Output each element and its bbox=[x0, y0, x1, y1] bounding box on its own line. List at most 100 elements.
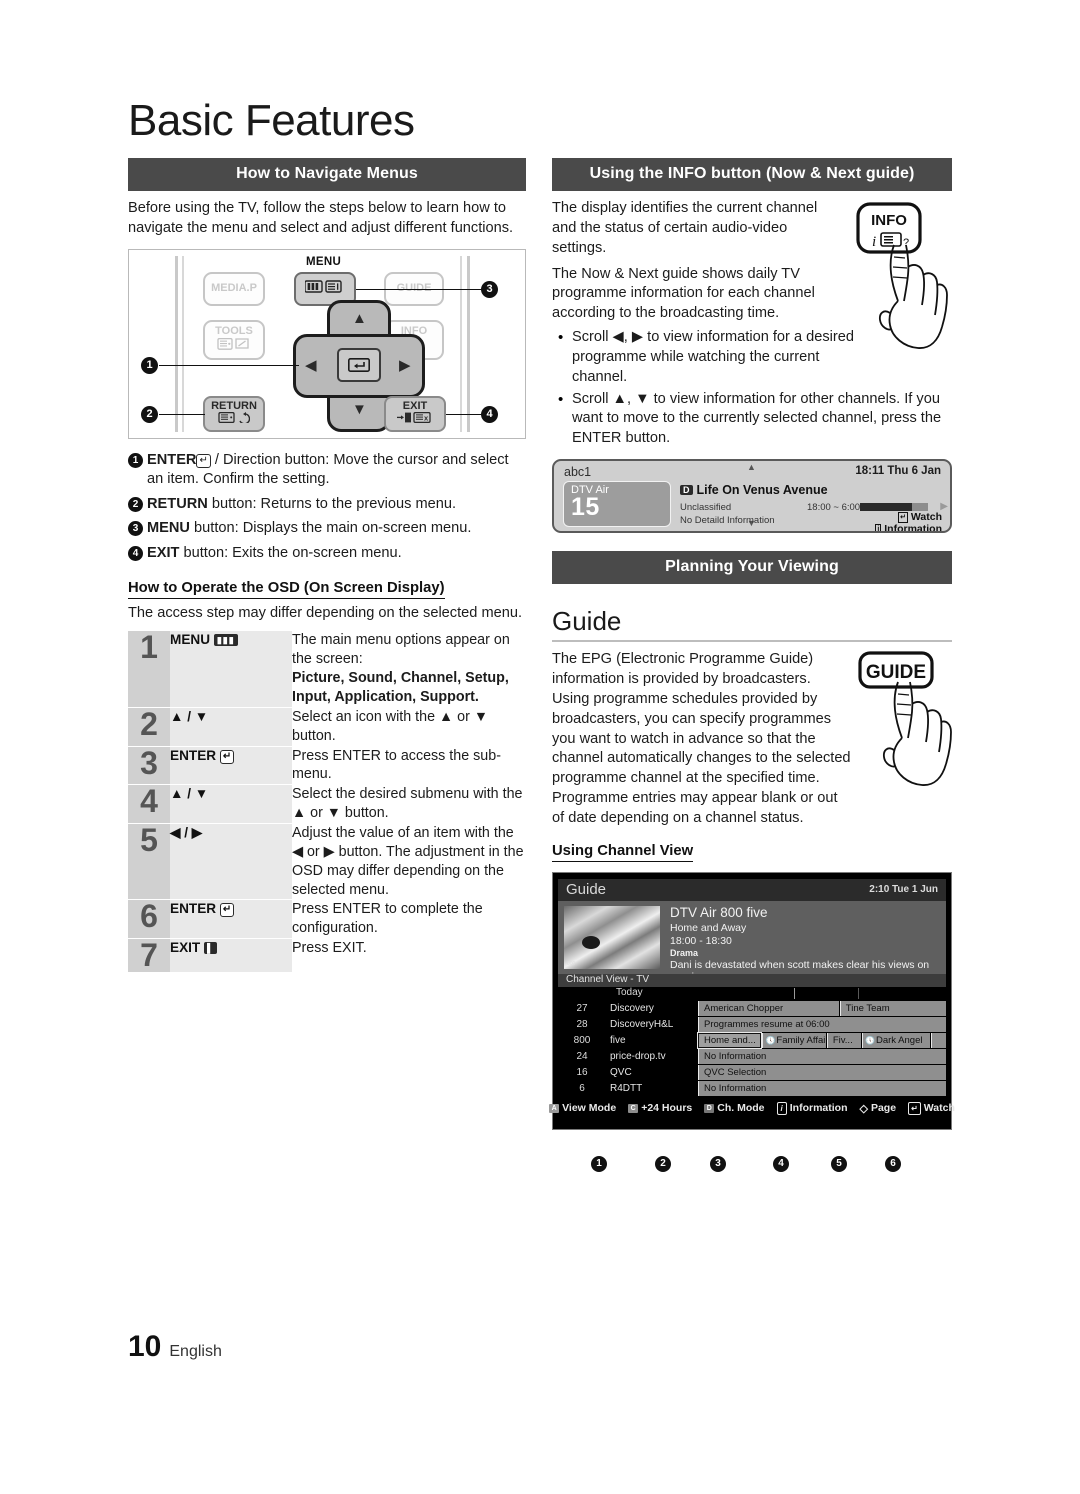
note-keyword: MENU bbox=[147, 520, 190, 537]
return-label: RETURN bbox=[211, 399, 257, 412]
enter-button[interactable] bbox=[337, 347, 381, 382]
table-row[interactable]: 16 QVC QVC Selection bbox=[558, 1064, 946, 1080]
return-icon bbox=[218, 412, 251, 427]
epg-programme[interactable]: Tine Team bbox=[839, 1000, 946, 1016]
enter-icon: ↵ bbox=[196, 453, 211, 468]
table-row: 2 ▲ / ▼ Select an icon with the ▲ or ▼ b… bbox=[128, 707, 526, 747]
epg-detail-time: 18:00 - 18:30 bbox=[670, 934, 732, 947]
epg-programme[interactable]: American Chopper bbox=[698, 1000, 839, 1016]
menu-icon bbox=[304, 280, 345, 297]
epg-callout-2: 2 bbox=[655, 1155, 671, 1172]
step-number: 6 bbox=[128, 899, 170, 940]
list-item: • Scroll ▲, ▼ to view information for ot… bbox=[552, 390, 952, 450]
epg-programme[interactable]: Programmes resume at 06:00 bbox=[698, 1016, 946, 1032]
table-row[interactable]: 28 DiscoveryH&L Programmes resume at 06:… bbox=[558, 1016, 946, 1032]
epg-programme[interactable]: No Information bbox=[698, 1080, 946, 1096]
guide-heading: Guide bbox=[552, 606, 622, 637]
tools-label: TOOLS bbox=[215, 325, 253, 338]
bullet-dot-icon: • bbox=[558, 329, 564, 347]
callout-3: 3 bbox=[481, 280, 498, 298]
note-number: 4 bbox=[128, 545, 143, 561]
table-row: 6 ENTER ↵ Press ENTER to complete the co… bbox=[128, 899, 526, 940]
step-key: MENU ▮▮▮ bbox=[170, 631, 292, 708]
epg-channel-view-bar: Channel View - TV bbox=[558, 973, 946, 987]
note-text: MENU button: Displays the main on-screen… bbox=[147, 519, 471, 539]
clock-icon: 🕔 bbox=[865, 1035, 875, 1045]
step-description: Press ENTER to access the sub-menu. bbox=[292, 746, 526, 786]
osd-steps-table: 1 MENU ▮▮▮ The main menu options appear … bbox=[128, 631, 526, 973]
table-row[interactable]: 800 five Home and... 🕔Family Affairs Fiv… bbox=[558, 1031, 946, 1049]
osd-note-text: The access step may differ depending on … bbox=[128, 605, 523, 622]
tools-icon bbox=[217, 337, 251, 354]
epg-programme-cells: No Information bbox=[698, 1080, 946, 1096]
tools-button[interactable]: TOOLS bbox=[203, 319, 265, 360]
legend-page[interactable]: ◇ Page bbox=[860, 1102, 897, 1115]
epg-programme-selected[interactable]: Home and... bbox=[696, 1031, 763, 1049]
red-button-icon: A bbox=[549, 1103, 560, 1113]
return-button[interactable]: RETURN bbox=[203, 395, 265, 432]
legend-ch-mode[interactable]: D Ch. Mode bbox=[704, 1102, 765, 1114]
callout-leader-3 bbox=[356, 288, 486, 291]
table-row: 1 MENU ▮▮▮ The main menu options appear … bbox=[128, 631, 526, 708]
epg-channel-number: 27 bbox=[558, 1000, 606, 1016]
section-header-planning: Planning Your Viewing bbox=[552, 551, 952, 585]
legend-view-mode[interactable]: A View Mode bbox=[549, 1102, 616, 1114]
manual-page: Basic Features How to Navigate Menus Bef… bbox=[0, 0, 1080, 1494]
callout-1: 1 bbox=[141, 356, 158, 374]
dpad-right-icon[interactable]: ▶ bbox=[399, 356, 411, 374]
media-p-button[interactable]: MEDIA.P bbox=[203, 271, 265, 306]
epg-programme[interactable] bbox=[931, 1032, 946, 1048]
osd-channel-name: abc1 bbox=[564, 465, 592, 480]
media-p-label: MEDIA.P bbox=[211, 281, 257, 294]
legend-watch[interactable]: ↵ Watch bbox=[908, 1101, 955, 1115]
exit-icon: ▌ bbox=[204, 942, 218, 955]
epg-channel-name: R4DTT bbox=[606, 1080, 698, 1096]
epg-callout-row: 1 2 3 4 5 6 bbox=[552, 1129, 952, 1178]
step-desc-text: The main menu options appear on the scre… bbox=[292, 632, 510, 668]
green-button-icon: C bbox=[628, 1103, 639, 1113]
note-body: button: Returns to the previous menu. bbox=[207, 495, 457, 512]
exit-button[interactable]: EXIT x bbox=[384, 395, 446, 432]
legend-label: Watch bbox=[923, 1102, 955, 1115]
info-icon: i bbox=[776, 1101, 787, 1115]
epg-programme[interactable]: QVC Selection bbox=[698, 1064, 946, 1080]
note-body: button: Displays the main on-screen menu… bbox=[189, 520, 472, 537]
remote-rail-left-2 bbox=[182, 255, 184, 432]
epg-callout-4: 4 bbox=[773, 1155, 789, 1172]
note-text: EXIT button: Exits the on-screen menu. bbox=[147, 544, 402, 564]
dolby-badge-icon: D bbox=[680, 484, 693, 495]
table-row[interactable]: 27 Discovery American Chopper Tine Team bbox=[558, 1000, 946, 1016]
osd-detail: No Detaild Information bbox=[680, 515, 775, 527]
epg-programme[interactable]: 🕔Family Affairs bbox=[762, 1032, 826, 1048]
osd-programme-text: Life On Venus Avenue bbox=[696, 483, 828, 498]
dpad-down-icon[interactable]: ▼ bbox=[352, 401, 367, 418]
legend-24-hours[interactable]: C +24 Hours bbox=[628, 1102, 692, 1114]
table-row[interactable]: 6 R4DTT No Information bbox=[558, 1080, 946, 1096]
epg-programme[interactable]: No Information bbox=[698, 1048, 946, 1064]
epg-programme[interactable]: Fiv... bbox=[826, 1032, 862, 1048]
table-row: 4 ▲ / ▼ Select the desired submenu with … bbox=[128, 784, 526, 825]
epg-channel-name: DiscoveryH&L bbox=[606, 1016, 698, 1032]
enter-icon: ↵ bbox=[219, 749, 235, 764]
epg-programme-label: Family Affairs bbox=[776, 1034, 826, 1046]
epg-grid: Today 27 Discovery American Chopper Tine… bbox=[558, 986, 946, 1096]
epg-programme[interactable]: 🕔 Dark Angel bbox=[862, 1032, 931, 1048]
step-key: ◀ / ▶ bbox=[170, 823, 292, 901]
remote-control-diagram: MENU MEDIA.P TOOLS INFO ▲ ▼ ◀ ▶ RETURN E… bbox=[128, 248, 526, 439]
svg-text:GUIDE: GUIDE bbox=[866, 662, 926, 683]
epg-clock: 2:10 Tue 1 Jun bbox=[869, 883, 938, 895]
dpad-left-icon[interactable]: ◀ bbox=[305, 356, 317, 374]
callout-leader-4 bbox=[446, 413, 486, 416]
epg-programme-cells: QVC Selection bbox=[698, 1064, 946, 1080]
table-row[interactable]: 24 price-drop.tv No Information bbox=[558, 1048, 946, 1064]
callout-4: 4 bbox=[481, 405, 498, 423]
page-number: 10 bbox=[128, 1330, 162, 1363]
epg-channel-name: five bbox=[606, 1032, 698, 1048]
dpad-up-icon[interactable]: ▲ bbox=[352, 310, 367, 327]
info-button-hand-illustration: INFO i ? bbox=[848, 201, 952, 361]
step-description: The main menu options appear on the scre… bbox=[292, 631, 526, 708]
enter-icon: ↵ bbox=[908, 1101, 921, 1115]
note-text: ENTER ↵ / Direction button: Move the curs… bbox=[147, 451, 526, 490]
clock-icon: 🕔 bbox=[765, 1035, 776, 1045]
legend-information[interactable]: i Information bbox=[776, 1101, 848, 1115]
